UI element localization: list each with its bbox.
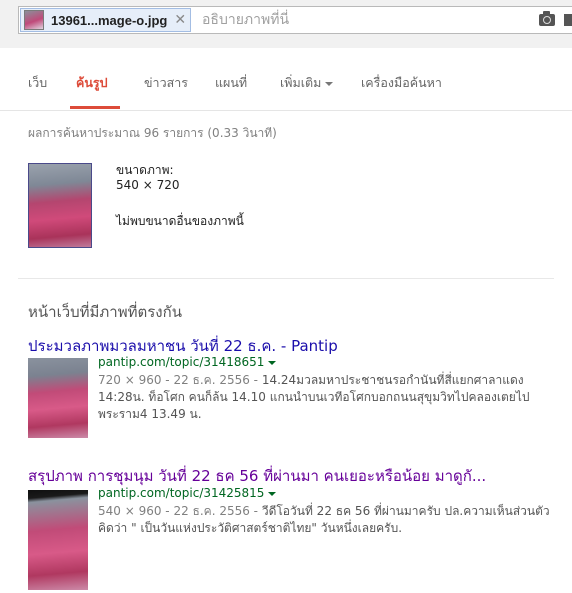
result-snippet-line1: วีดีโอวันที่ 22 ธค 56 ที่ผ่านมาครับ ปล.ค… <box>261 504 550 518</box>
result-snippet-line2: คิดว่า " เป็นวันแห่งประวัติศาสตร์ชาติไทย… <box>98 521 403 535</box>
top-bar: 13961...mage-o.jpg ✕ <box>0 0 572 49</box>
result-snippet-line1: 14.24มวลมหาประชาชนรอกำนันที่สี่แยกศาลาแด… <box>261 373 524 387</box>
camera-icon[interactable] <box>539 11 555 26</box>
chevron-down-icon <box>325 81 334 86</box>
nav-tabs: เว็บ ค้นรูป ข่าวสาร แผนที่ เพิ่มเติม เคร… <box>0 48 572 111</box>
tab-news[interactable]: ข่าวสาร <box>144 73 188 93</box>
result-snippet: 720 × 960 - 22 ธ.ค. 2556 - 14.24มวลมหาปร… <box>98 372 568 423</box>
result-stats: ผลการค้นหาประมาณ 96 รายการ (0.33 วินาที) <box>28 126 277 140</box>
query-image-thumbnail <box>24 10 44 30</box>
result-item: สรุปภาพ การชุมนุม วันที่ 22 ธค 56 ที่ผ่า… <box>28 464 568 590</box>
chevron-down-icon[interactable] <box>268 360 277 365</box>
section-divider <box>18 278 554 279</box>
description-input[interactable] <box>200 9 504 31</box>
tab-more[interactable]: เพิ่มเติม <box>280 73 334 93</box>
result-meta: 720 × 960 - 22 ธ.ค. 2556 - <box>98 373 262 387</box>
image-query-chip[interactable]: 13961...mage-o.jpg ✕ <box>20 8 191 32</box>
result-meta: 540 × 960 - 22 ธ.ค. 2556 - <box>98 504 262 518</box>
tab-search-tools[interactable]: เครื่องมือค้นหา <box>361 73 442 93</box>
close-icon[interactable]: ✕ <box>174 12 186 28</box>
matching-pages-heading: หน้าเว็บที่มีภาพที่ตรงกัน <box>28 303 182 321</box>
image-size-label: ขนาดภาพ: <box>116 163 174 177</box>
image-size-info: ขนาดภาพ: 540 × 720 <box>116 163 180 193</box>
result-thumbnail[interactable] <box>28 490 88 590</box>
result-thumbnail[interactable] <box>28 358 88 438</box>
tab-more-label: เพิ่มเติม <box>280 75 322 90</box>
result-item: ประมวลภาพมวลมหาชน วันที่ 22 ธ.ค. - Panti… <box>28 334 568 438</box>
tab-images[interactable]: ค้นรูป <box>76 73 108 93</box>
result-url-text: pantip.com/topic/31418651 <box>98 355 265 369</box>
chevron-down-icon[interactable] <box>268 491 277 496</box>
search-button-icon[interactable] <box>564 14 572 26</box>
tab-maps[interactable]: แผนที่ <box>215 73 247 93</box>
query-image-filename: 13961...mage-o.jpg <box>51 12 168 28</box>
image-size-value: 540 × 720 <box>116 178 180 192</box>
query-image-preview[interactable] <box>28 163 92 248</box>
result-title[interactable]: สรุปภาพ การชุมนุม วันที่ 22 ธค 56 ที่ผ่า… <box>28 464 568 488</box>
result-snippet: 540 × 960 - 22 ธ.ค. 2556 - วีดีโอวันที่ … <box>98 503 568 537</box>
tab-web[interactable]: เว็บ <box>28 73 47 93</box>
result-url[interactable]: pantip.com/topic/31418651 <box>98 355 277 369</box>
result-url[interactable]: pantip.com/topic/31425815 <box>98 486 277 500</box>
active-tab-indicator <box>70 106 120 109</box>
result-snippet-line3: พระราม4 13.49 น. <box>98 407 202 421</box>
result-url-text: pantip.com/topic/31425815 <box>98 486 265 500</box>
search-box[interactable]: 13961...mage-o.jpg ✕ <box>18 6 572 34</box>
result-snippet-line2: 14:28น. ท็อโศก คนก็ล้น 14.10 แกนนำบนเวที… <box>98 390 530 404</box>
no-other-sizes-text: ไม่พบขนาดอื่นของภาพนี้ <box>116 214 244 228</box>
